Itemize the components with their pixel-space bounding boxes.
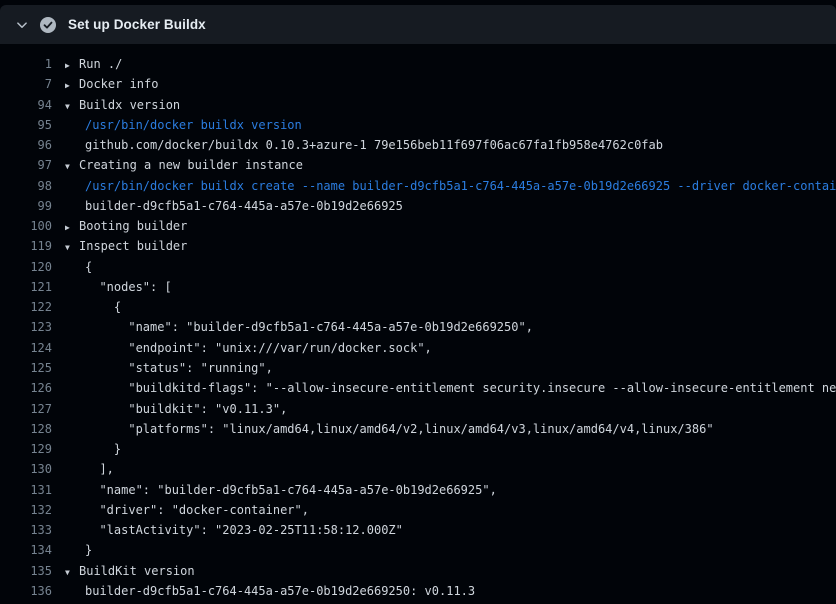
triangle-down-icon[interactable]: ▼	[65, 97, 79, 117]
line-number: 97	[0, 155, 52, 175]
log-line: 99 builder-d9cfb5a1-c764-445a-a57e-0b19d2…	[0, 196, 836, 216]
log-group-line[interactable]: 94 ▼Buildx version	[0, 95, 836, 115]
log-line: 126 "buildkitd-flags": "--allow-insecure…	[0, 378, 836, 398]
line-number: 133	[0, 520, 52, 540]
log-line: 121 "nodes": [	[0, 277, 836, 297]
log-line: 134}	[0, 540, 836, 560]
line-number: 100	[0, 216, 52, 236]
line-number: 131	[0, 480, 52, 500]
line-number: 122	[0, 297, 52, 317]
log-text: builder-d9cfb5a1-c764-445a-a57e-0b19d2e6…	[79, 581, 475, 601]
log-line: 132 "driver": "docker-container",	[0, 500, 836, 520]
group-title: Booting builder	[79, 216, 187, 236]
line-number: 125	[0, 358, 52, 378]
log-text: {	[79, 297, 121, 317]
line-number: 126	[0, 378, 52, 398]
check-circle-icon	[40, 17, 56, 33]
log-text: {	[79, 257, 92, 277]
log-text: "name": "builder-d9cfb5a1-c764-445a-a57e…	[79, 480, 497, 500]
log-group-line[interactable]: 1 ▶Run ./	[0, 54, 836, 74]
line-number: 130	[0, 459, 52, 479]
group-title: Docker info	[79, 74, 158, 94]
line-number: 7	[0, 74, 52, 94]
log-text: "name": "builder-d9cfb5a1-c764-445a-a57e…	[79, 317, 533, 337]
log-text: "nodes": [	[79, 277, 172, 297]
line-number: 1	[0, 54, 52, 74]
line-number: 98	[0, 176, 52, 196]
triangle-down-icon[interactable]: ▼	[65, 238, 79, 258]
line-number: 124	[0, 338, 52, 358]
line-number: 119	[0, 236, 52, 256]
line-number: 135	[0, 561, 52, 581]
line-number: 127	[0, 399, 52, 419]
log-line: 96 github.com/docker/buildx 0.10.3+azure-…	[0, 135, 836, 155]
log-text: /usr/bin/docker buildx create --name bui…	[79, 176, 836, 196]
log-text: }	[79, 439, 121, 459]
line-number: 128	[0, 419, 52, 439]
log-line: 133 "lastActivity": "2023-02-25T11:58:12…	[0, 520, 836, 540]
log-text: github.com/docker/buildx 0.10.3+azure-1 …	[79, 135, 663, 155]
log-line: 120 {	[0, 257, 836, 277]
line-number: 134	[0, 540, 52, 560]
log-line: 122 {	[0, 297, 836, 317]
chevron-down-icon[interactable]	[14, 17, 30, 33]
log-text: /usr/bin/docker buildx version	[79, 115, 302, 135]
log-text: "driver": "docker-container",	[79, 500, 309, 520]
log-group-line[interactable]: 100 ▶Booting builder	[0, 216, 836, 236]
log-group-line[interactable]: 119 ▼Inspect builder	[0, 236, 836, 256]
group-title: Buildx version	[79, 95, 180, 115]
log-line: 98/usr/bin/docker buildx create --name b…	[0, 176, 836, 196]
line-number: 136	[0, 581, 52, 601]
log-line: 124 "endpoint": "unix:///var/run/docker.…	[0, 338, 836, 358]
group-title: Run ./	[79, 54, 122, 74]
log-line: 131 "name": "builder-d9cfb5a1-c764-445a-…	[0, 480, 836, 500]
log-line: 128 "platforms": "linux/amd64,linux/amd6…	[0, 419, 836, 439]
group-title: Inspect builder	[79, 236, 187, 256]
log-line: 129 }	[0, 439, 836, 459]
line-number: 94	[0, 95, 52, 115]
log-group-line[interactable]: 135 ▼BuildKit version	[0, 561, 836, 581]
log-text: "endpoint": "unix:///var/run/docker.sock…	[79, 338, 432, 358]
line-number: 120	[0, 257, 52, 277]
triangle-down-icon[interactable]: ▼	[65, 157, 79, 177]
log-line: 130 ],	[0, 459, 836, 479]
line-number: 121	[0, 277, 52, 297]
log-text: ],	[79, 459, 114, 479]
line-number: 132	[0, 500, 52, 520]
log-line: 125 "status": "running",	[0, 358, 836, 378]
log-line: 123 "name": "builder-d9cfb5a1-c764-445a-…	[0, 317, 836, 337]
triangle-down-icon[interactable]: ▼	[65, 563, 79, 583]
log-text: "status": "running",	[79, 358, 273, 378]
line-number: 129	[0, 439, 52, 459]
log-group-line[interactable]: 97 ▼Creating a new builder instance	[0, 155, 836, 175]
log-group-line[interactable]: 7 ▶Docker info	[0, 74, 836, 94]
log-text: builder-d9cfb5a1-c764-445a-a57e-0b19d2e6…	[79, 196, 403, 216]
line-number: 95	[0, 115, 52, 135]
step-header[interactable]: Set up Docker Buildx	[0, 5, 836, 44]
line-number: 99	[0, 196, 52, 216]
log-text: "buildkit": "v0.11.3",	[79, 399, 287, 419]
log-line: 95/usr/bin/docker buildx version	[0, 115, 836, 135]
triangle-right-icon[interactable]: ▶	[65, 218, 79, 238]
line-number: 96	[0, 135, 52, 155]
log-text: }	[79, 540, 92, 560]
log-line: 136 builder-d9cfb5a1-c764-445a-a57e-0b19d…	[0, 581, 836, 601]
group-title: Creating a new builder instance	[79, 155, 303, 175]
log-lines: 1▶Run ./7▶Docker info94▼Buildx version95…	[0, 44, 836, 604]
log-line: 127 "buildkit": "v0.11.3",	[0, 399, 836, 419]
log-text: "lastActivity": "2023-02-25T11:58:12.000…	[79, 520, 403, 540]
log-text: "buildkitd-flags": "--allow-insecure-ent…	[79, 378, 836, 398]
actions-log-viewer: Set up Docker Buildx 1▶Run ./7▶Docker in…	[0, 0, 836, 604]
line-number: 123	[0, 317, 52, 337]
group-title: BuildKit version	[79, 561, 195, 581]
step-title: Set up Docker Buildx	[68, 17, 206, 32]
triangle-right-icon[interactable]: ▶	[65, 56, 79, 76]
triangle-right-icon[interactable]: ▶	[65, 76, 79, 96]
log-text: "platforms": "linux/amd64,linux/amd64/v2…	[79, 419, 714, 439]
